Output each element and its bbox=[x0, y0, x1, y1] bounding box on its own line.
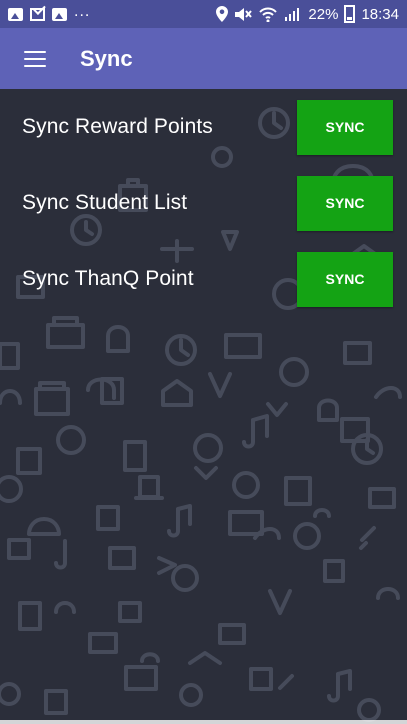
sync-thanq-point-button[interactable]: SYNC bbox=[297, 251, 393, 307]
sync-content: Sync Reward Points SYNC Sync Student Lis… bbox=[0, 89, 407, 724]
signal-icon bbox=[285, 8, 300, 21]
sync-row-thanq-point: Sync ThanQ Point SYNC bbox=[0, 241, 407, 317]
battery-percentage: 22% bbox=[308, 5, 339, 23]
sync-row-student-list: Sync Student List SYNC bbox=[0, 165, 407, 241]
clock: 18:34 bbox=[361, 5, 399, 23]
sync-label-reward-points: Sync Reward Points bbox=[22, 115, 213, 138]
sync-reward-points-button[interactable]: SYNC bbox=[297, 99, 393, 155]
menu-button[interactable] bbox=[0, 28, 70, 89]
mute-icon bbox=[235, 7, 253, 21]
notification-icons: ... bbox=[8, 3, 90, 21]
system-icons: 22% 18:34 bbox=[216, 5, 399, 23]
location-icon bbox=[216, 6, 229, 22]
battery-icon bbox=[344, 5, 356, 23]
sync-label-student-list: Sync Student List bbox=[22, 191, 188, 214]
sync-label-thanq-point: Sync ThanQ Point bbox=[22, 267, 194, 290]
sync-student-list-button[interactable]: SYNC bbox=[297, 175, 393, 231]
photo-notification-icon bbox=[8, 7, 23, 21]
page-title: Sync bbox=[80, 45, 133, 71]
wifi-icon bbox=[259, 7, 278, 22]
sync-list: Sync Reward Points SYNC Sync Student Lis… bbox=[0, 89, 407, 317]
more-notifications-indicator: ... bbox=[74, 2, 91, 20]
status-bar: ... 22% 18:34 bbox=[0, 0, 407, 28]
photo-notification-icon bbox=[52, 7, 67, 21]
app-bar: Sync bbox=[0, 28, 407, 89]
hamburger-icon bbox=[24, 50, 46, 67]
bottom-edge bbox=[0, 720, 407, 724]
mail-notification-icon bbox=[30, 7, 45, 21]
sync-row-reward-points: Sync Reward Points SYNC bbox=[0, 89, 407, 165]
